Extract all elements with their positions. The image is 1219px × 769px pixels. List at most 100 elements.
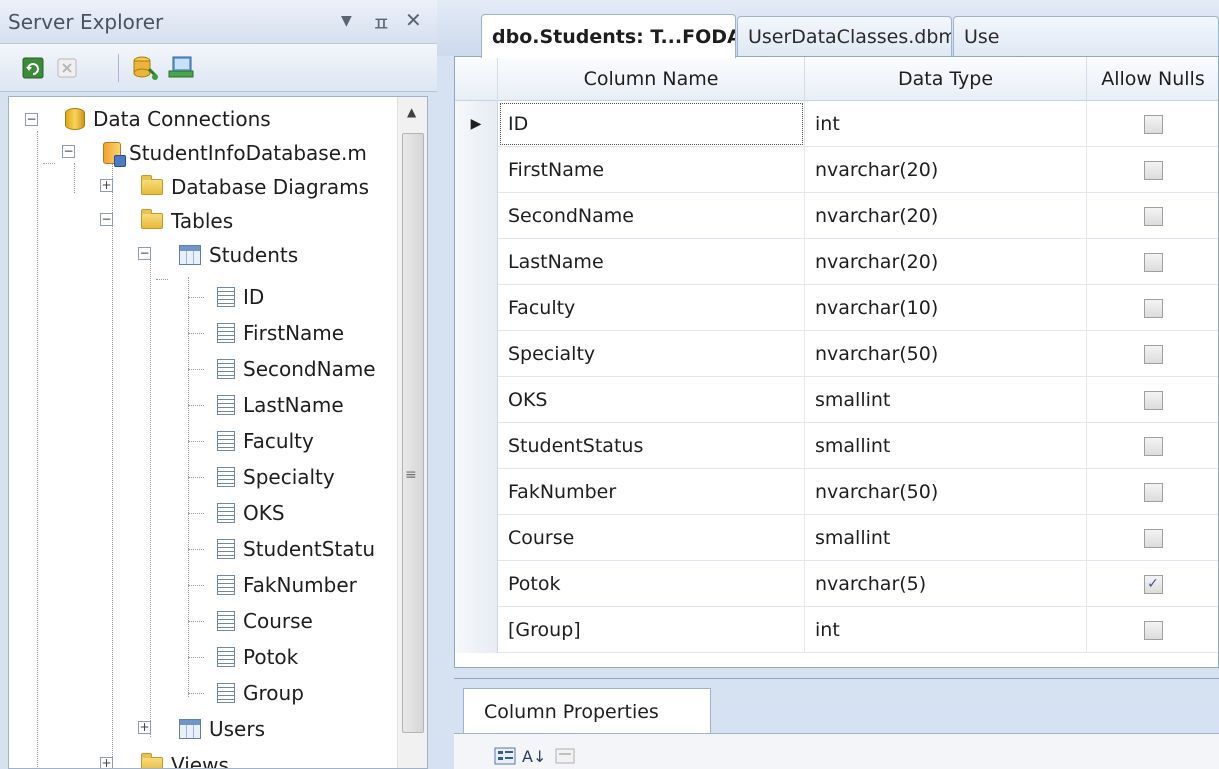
data-type-cell[interactable]: nvarchar(50) — [805, 469, 1087, 515]
tree-item-views[interactable]: Views — [141, 749, 229, 768]
allow-nulls-checkbox[interactable] — [1143, 114, 1163, 134]
refresh-icon[interactable] — [18, 53, 48, 83]
table-row[interactable]: Specialty nvarchar(50) — [455, 331, 1218, 377]
alphabetical-icon[interactable]: A↓ — [522, 744, 546, 768]
tree-item-tables[interactable]: Tables — [141, 205, 233, 237]
allow-nulls-checkbox[interactable] — [1143, 436, 1163, 456]
table-designer-grid[interactable]: Column Name Data Type Allow Nulls ▶ ID int… — [454, 56, 1219, 668]
column-name-cell[interactable]: [Group] — [498, 607, 805, 653]
row-selector[interactable] — [455, 147, 498, 193]
data-type-cell[interactable]: nvarchar(5) — [805, 561, 1087, 607]
tab-truncated[interactable]: Use — [953, 16, 1219, 56]
row-selector[interactable] — [455, 469, 498, 515]
header-column-name[interactable]: Column Name — [498, 57, 805, 101]
data-type-cell[interactable]: smallint — [805, 515, 1087, 561]
data-type-cell[interactable]: int — [805, 607, 1087, 653]
row-selector[interactable] — [455, 285, 498, 331]
table-row[interactable]: ▶ ID int — [455, 101, 1218, 147]
tree-item-column[interactable]: Faculty — [217, 425, 314, 457]
table-row[interactable]: LastName nvarchar(20) — [455, 239, 1218, 285]
row-selector[interactable] — [455, 239, 498, 285]
tree-item-column[interactable]: FakNumber — [217, 569, 357, 601]
table-row[interactable]: Faculty nvarchar(10) — [455, 285, 1218, 331]
column-name-cell[interactable]: OKS — [498, 377, 805, 423]
table-row[interactable]: Potok nvarchar(5) ✓ — [455, 561, 1218, 607]
row-selector[interactable] — [455, 515, 498, 561]
pin-icon[interactable]: ㅍ — [372, 8, 390, 37]
scroll-up-arrow-icon[interactable]: ▲ — [407, 105, 416, 119]
row-selector[interactable] — [455, 561, 498, 607]
data-type-cell[interactable]: smallint — [805, 377, 1087, 423]
tab-column-properties[interactable]: Column Properties — [463, 688, 711, 734]
allow-nulls-checkbox[interactable] — [1143, 390, 1163, 410]
server-explorer-tree[interactable]: − Data Connections − StudentInfoDatabase… — [8, 96, 428, 769]
expand-views-icon[interactable]: + — [100, 757, 113, 768]
collapse-data-connections-icon[interactable]: − — [25, 113, 38, 126]
data-type-cell[interactable]: smallint — [805, 423, 1087, 469]
table-row[interactable]: [Group] int — [455, 607, 1218, 653]
tree-item-column[interactable]: ID — [217, 281, 264, 313]
stop-icon[interactable] — [52, 53, 82, 83]
table-row[interactable]: SecondName nvarchar(20) — [455, 193, 1218, 239]
allow-nulls-checkbox[interactable] — [1143, 620, 1163, 640]
expand-database-diagrams-icon[interactable]: + — [100, 179, 113, 192]
table-row[interactable]: StudentStatus smallint — [455, 423, 1218, 469]
column-name-cell[interactable]: ID — [498, 101, 805, 147]
data-type-cell[interactable]: int — [805, 101, 1087, 147]
row-selector[interactable] — [455, 423, 498, 469]
row-selector[interactable] — [455, 331, 498, 377]
allow-nulls-checkbox[interactable] — [1143, 160, 1163, 180]
categorized-icon[interactable] — [494, 744, 516, 768]
tree-item-data-connections[interactable]: Data Connections — [65, 103, 271, 135]
column-name-cell[interactable]: Course — [498, 515, 805, 561]
column-name-cell[interactable]: FakNumber — [498, 469, 805, 515]
tree-item-column[interactable]: LastName — [217, 389, 344, 421]
close-icon[interactable]: ✕ — [405, 8, 422, 32]
tree-item-column[interactable]: Specialty — [217, 461, 335, 493]
allow-nulls-checkbox[interactable] — [1143, 206, 1163, 226]
column-name-cell[interactable]: Faculty — [498, 285, 805, 331]
row-selector[interactable] — [455, 193, 498, 239]
column-name-cell[interactable]: FirstName — [498, 147, 805, 193]
data-type-cell[interactable]: nvarchar(50) — [805, 331, 1087, 377]
allow-nulls-checkbox[interactable]: ✓ — [1143, 574, 1163, 594]
allow-nulls-checkbox[interactable] — [1143, 528, 1163, 548]
column-name-cell[interactable]: StudentStatus — [498, 423, 805, 469]
table-row[interactable]: OKS smallint — [455, 377, 1218, 423]
property-pages-icon[interactable] — [554, 744, 576, 768]
allow-nulls-checkbox[interactable] — [1143, 252, 1163, 272]
allow-nulls-checkbox[interactable] — [1143, 298, 1163, 318]
tree-item-column[interactable]: SecondName — [217, 353, 376, 385]
row-selector[interactable] — [455, 377, 498, 423]
data-type-cell[interactable]: nvarchar(20) — [805, 147, 1087, 193]
tab-userdataclasses-dbml[interactable]: UserDataClasses.dbml — [737, 16, 952, 56]
row-selector[interactable] — [455, 607, 498, 653]
tree-item-users[interactable]: Users — [179, 713, 265, 745]
tree-item-column[interactable]: StudentStatu — [217, 533, 375, 565]
tab-students-table-design[interactable]: dbo.Students: T...FODATABASE.MDF)* — [481, 14, 736, 58]
column-name-cell[interactable]: Specialty — [498, 331, 805, 377]
table-row[interactable]: FirstName nvarchar(20) — [455, 147, 1218, 193]
data-type-cell[interactable]: nvarchar(20) — [805, 239, 1087, 285]
collapse-database-icon[interactable]: − — [62, 145, 75, 158]
connect-server-icon[interactable] — [166, 53, 196, 83]
header-data-type[interactable]: Data Type — [805, 57, 1087, 101]
tree-item-database[interactable]: StudentInfoDatabase.m — [103, 137, 367, 169]
tree-item-database-diagrams[interactable]: Database Diagrams — [141, 171, 369, 203]
data-type-cell[interactable]: nvarchar(10) — [805, 285, 1087, 331]
collapse-students-icon[interactable]: − — [138, 247, 151, 260]
column-name-cell[interactable]: LastName — [498, 239, 805, 285]
collapse-tables-icon[interactable]: − — [100, 213, 113, 226]
table-row[interactable]: Course smallint — [455, 515, 1218, 561]
tree-item-column[interactable]: Group — [217, 677, 304, 709]
connect-database-icon[interactable] — [130, 53, 160, 83]
tree-item-column[interactable]: Course — [217, 605, 313, 637]
expand-users-icon[interactable]: + — [138, 721, 151, 734]
tree-item-students[interactable]: Students — [179, 239, 298, 271]
window-position-dropdown-icon[interactable]: ▼ — [341, 13, 352, 29]
allow-nulls-checkbox[interactable] — [1143, 482, 1163, 502]
tree-item-column[interactable]: OKS — [217, 497, 285, 529]
column-name-cell[interactable]: Potok — [498, 561, 805, 607]
tree-scrollbar[interactable]: ▲ ≡ — [397, 97, 427, 768]
column-name-cell[interactable]: SecondName — [498, 193, 805, 239]
